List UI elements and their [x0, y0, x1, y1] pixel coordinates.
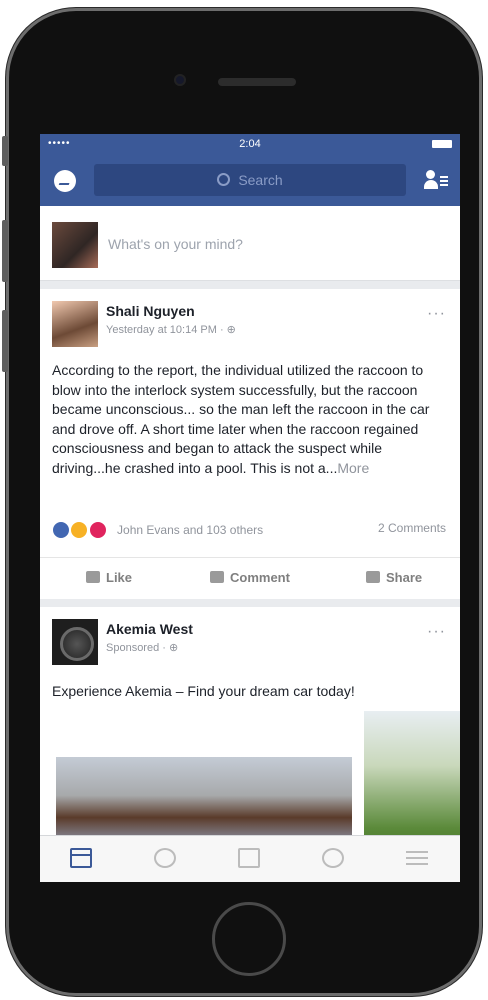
speaker-grille — [218, 78, 296, 86]
phone-frame: ••••• 2:04 Search What's on your mind? S… — [6, 8, 482, 996]
bottom-tab-bar — [40, 835, 460, 882]
home-button[interactable] — [212, 902, 286, 976]
messenger-icon[interactable] — [54, 170, 76, 192]
post-author[interactable]: Shali Nguyen — [106, 303, 195, 319]
video-icon[interactable] — [154, 848, 176, 868]
notifications-icon[interactable] — [322, 848, 344, 868]
post-text-content: According to the report, the individual … — [52, 362, 430, 476]
top-navbar: Search — [40, 154, 460, 206]
battery-icon — [432, 140, 452, 148]
search-icon — [217, 173, 231, 186]
advertiser-avatar[interactable] — [52, 619, 98, 665]
post-options-icon[interactable]: ··· — [427, 305, 446, 323]
app-screen: ••••• 2:04 Search What's on your mind? S… — [40, 134, 460, 882]
news-feed-icon[interactable] — [70, 848, 92, 868]
share-button[interactable]: Share — [366, 570, 422, 585]
like-reaction-icon — [52, 521, 70, 539]
haha-reaction-icon — [70, 521, 89, 539]
volume-down-button — [2, 310, 8, 372]
user-avatar — [52, 222, 98, 268]
status-bar: ••••• 2:04 — [40, 134, 460, 154]
love-reaction-icon — [88, 521, 107, 539]
status-time: 2:04 — [239, 138, 261, 150]
sponsored-post: Akemia West Sponsored · ⊕ ··· Experience… — [40, 607, 460, 867]
ad-caption: Experience Akemia – Find your dream car … — [52, 683, 355, 699]
like-button[interactable]: Like — [86, 570, 132, 585]
search-input[interactable]: Search — [94, 164, 406, 196]
post-meta: Yesterday at 10:14 PM · ⊕ — [106, 324, 236, 336]
comments-count[interactable]: 2 Comments — [378, 521, 446, 535]
comment-button[interactable]: Comment — [210, 570, 290, 585]
post-text: According to the report, the individual … — [52, 361, 448, 478]
thumbs-up-icon — [86, 571, 100, 583]
reaction-summary[interactable]: John Evans and 103 others — [52, 521, 263, 541]
post-options-icon[interactable]: ··· — [427, 623, 446, 641]
post-meta: Sponsored · ⊕ — [106, 642, 179, 654]
search-placeholder: Search — [238, 172, 283, 188]
volume-up-button — [2, 220, 8, 282]
share-icon — [366, 571, 380, 583]
post-actions: Like Comment Share — [40, 557, 460, 598]
author-avatar[interactable] — [52, 301, 98, 347]
post-author[interactable]: Akemia West — [106, 621, 193, 637]
menu-icon[interactable] — [406, 848, 428, 868]
comment-icon — [210, 571, 224, 583]
camera-icon — [174, 74, 186, 86]
feed-post: Shali Nguyen Yesterday at 10:14 PM · ⊕ ·… — [40, 289, 460, 599]
marketplace-icon[interactable] — [238, 848, 260, 868]
mute-switch — [2, 136, 8, 166]
see-more-link[interactable]: More — [337, 460, 369, 476]
like-label: Like — [106, 570, 133, 585]
comment-label: Comment — [230, 570, 290, 585]
share-label: Share — [386, 570, 423, 585]
reaction-text: John Evans and 103 others — [117, 523, 264, 537]
composer-placeholder: What's on your mind? — [108, 236, 243, 252]
status-composer[interactable]: What's on your mind? — [40, 206, 460, 281]
friend-requests-icon[interactable] — [424, 170, 448, 190]
